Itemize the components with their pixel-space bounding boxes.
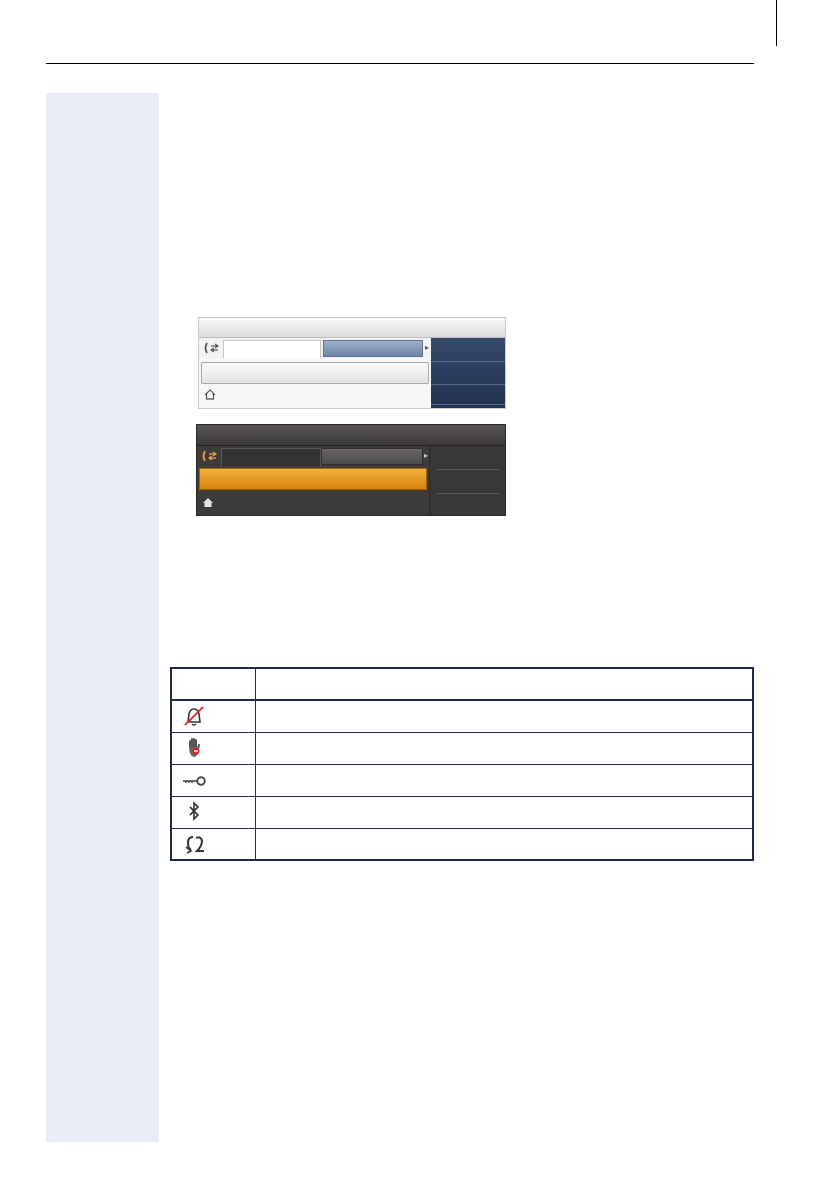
icon-cell xyxy=(170,827,256,861)
status-bar xyxy=(199,318,505,338)
bluetooth-icon xyxy=(189,801,200,821)
phone-call-icon xyxy=(203,341,221,357)
phone-screenshot-light: ▸ xyxy=(198,317,506,409)
side-panel xyxy=(431,338,505,408)
side-divider xyxy=(437,469,499,470)
tab-active[interactable] xyxy=(223,340,321,358)
icon-cell xyxy=(170,795,256,829)
icon-cell xyxy=(170,699,256,733)
header-meaning xyxy=(254,667,754,701)
lock-key-icon xyxy=(183,776,206,786)
side-divider xyxy=(431,404,505,405)
home-icon[interactable] xyxy=(204,389,216,403)
header-icon xyxy=(170,667,256,701)
side-divider xyxy=(431,384,505,385)
side-divider xyxy=(431,361,505,362)
description-cell xyxy=(254,827,754,861)
call-forwarding-icon xyxy=(185,835,204,854)
phone-screenshot-dark: ▸ xyxy=(196,424,506,516)
table-row xyxy=(170,795,754,829)
status-icon-table xyxy=(170,667,754,861)
table-row xyxy=(170,699,754,733)
home-icon[interactable] xyxy=(202,497,214,511)
header-rule xyxy=(46,63,754,64)
icon-cell xyxy=(170,763,256,797)
margin-column xyxy=(46,93,159,1142)
crop-mark xyxy=(776,0,777,46)
table-row xyxy=(170,827,754,861)
tab-inactive[interactable] xyxy=(321,448,423,465)
scroll-arrow-icon: ▸ xyxy=(424,451,429,460)
icon-cell xyxy=(170,731,256,765)
scroll-arrow-icon: ▸ xyxy=(425,343,430,352)
side-divider xyxy=(437,493,499,494)
description-cell xyxy=(254,699,754,733)
description-cell xyxy=(254,795,754,829)
ringer-off-icon xyxy=(184,706,204,726)
table-row xyxy=(170,731,754,765)
selected-row[interactable] xyxy=(201,362,429,384)
description-cell xyxy=(254,731,754,765)
side-panel xyxy=(429,446,505,515)
tab-inactive[interactable] xyxy=(323,340,423,357)
table-row xyxy=(170,763,754,797)
tab-active[interactable] xyxy=(221,448,321,466)
description-cell xyxy=(254,763,754,797)
phone-call-icon xyxy=(201,449,219,465)
status-bar xyxy=(197,425,505,446)
do-not-disturb-icon xyxy=(189,738,200,757)
table-header-row xyxy=(170,667,754,701)
selected-row[interactable] xyxy=(199,468,427,490)
